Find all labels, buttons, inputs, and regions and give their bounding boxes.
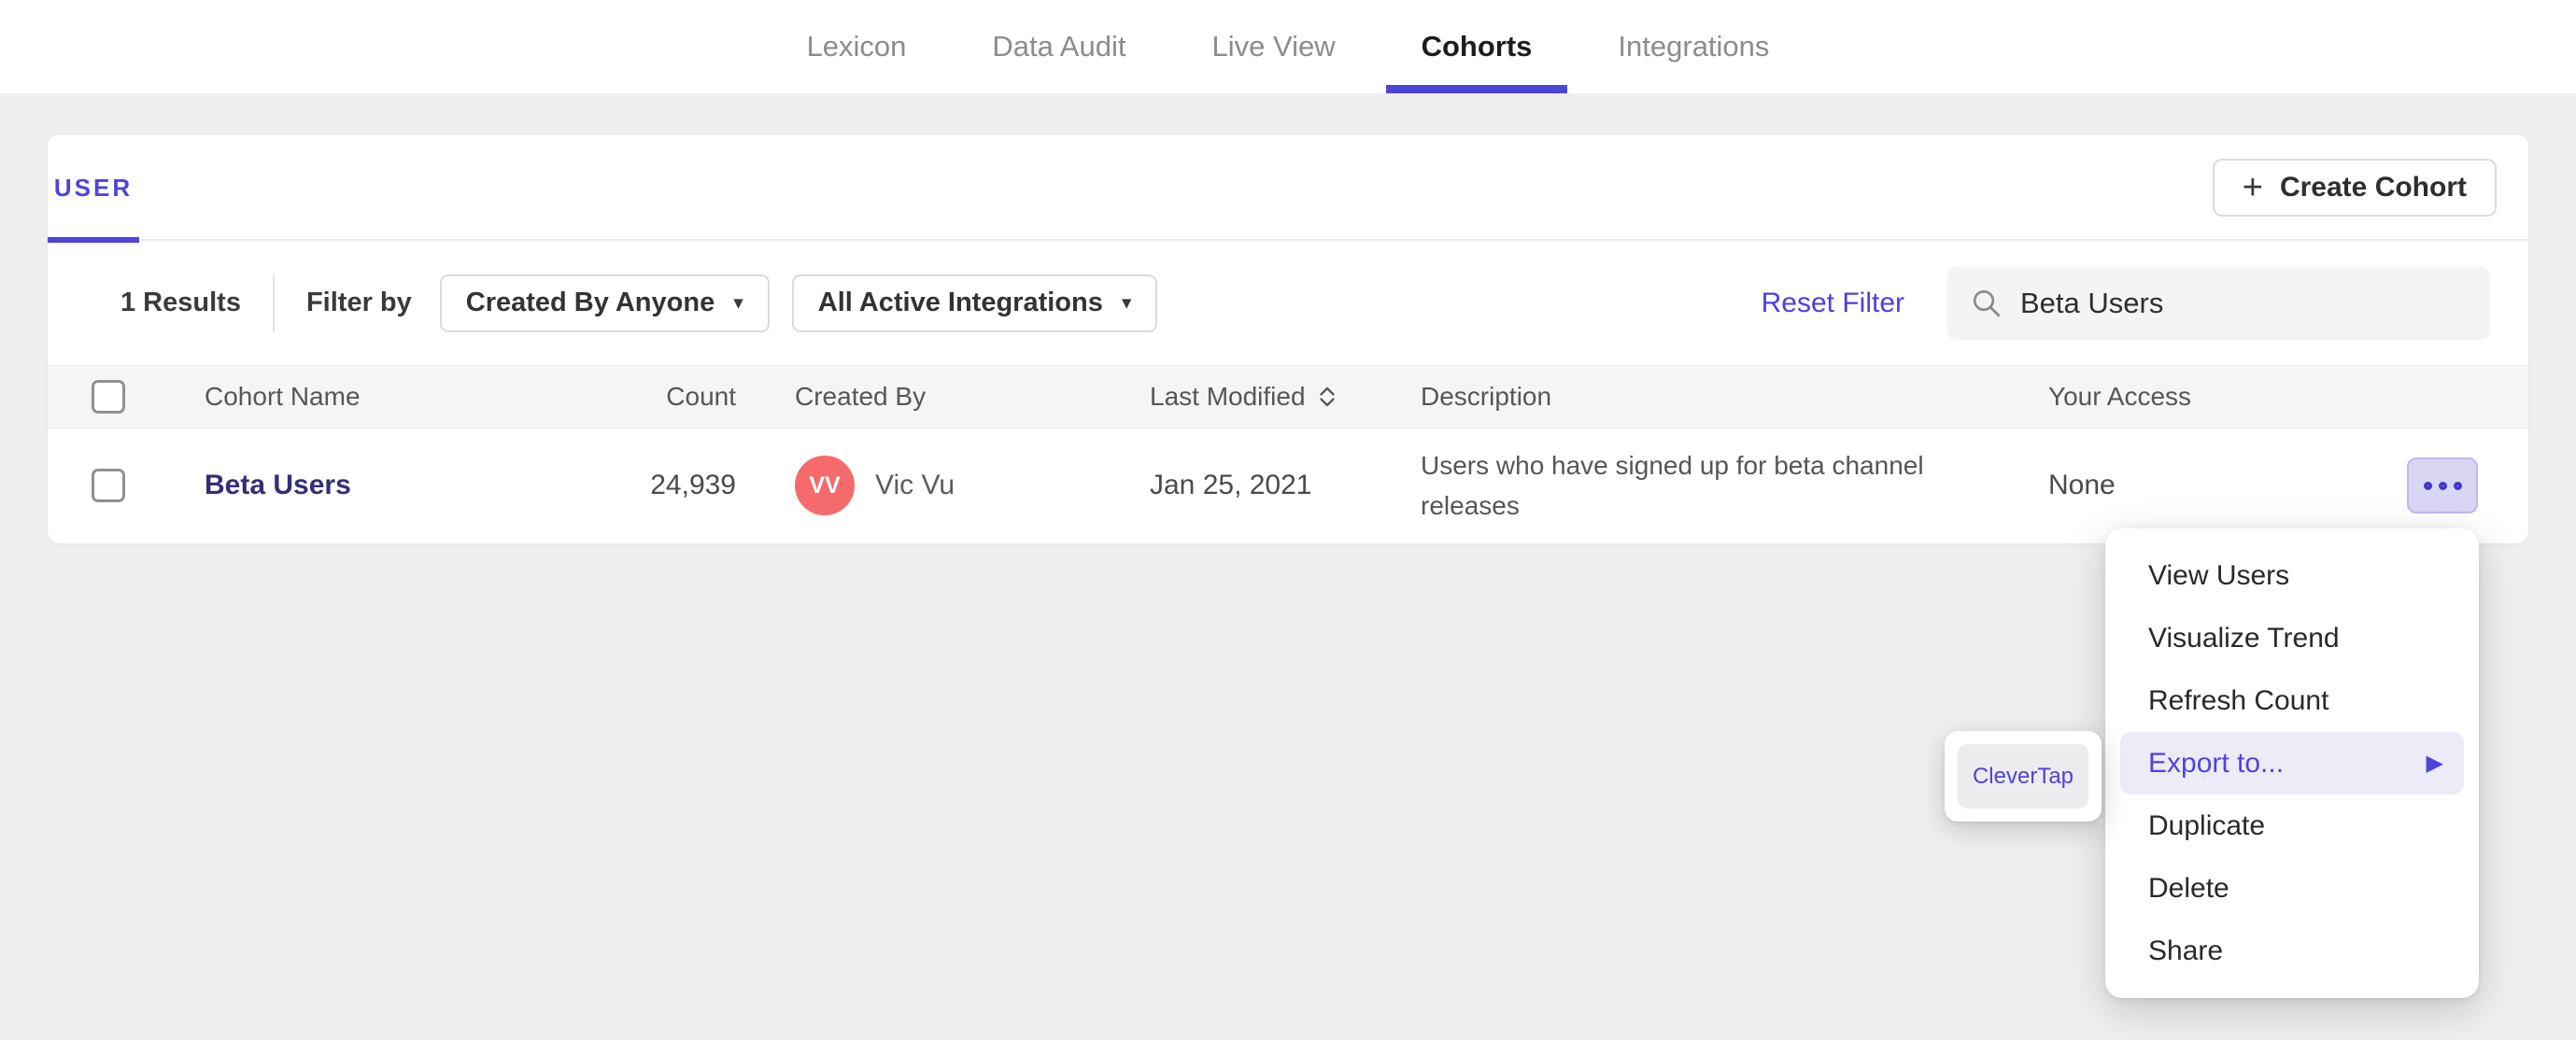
- nav-tab-lexicon[interactable]: Lexicon: [807, 0, 907, 93]
- export-to-label: Export to...: [2148, 747, 2285, 779]
- cohort-search-box[interactable]: [1947, 266, 2490, 340]
- submenu-item-clevertap[interactable]: CleverTap: [1958, 744, 2088, 808]
- menu-item-refresh-count[interactable]: Refresh Count: [2105, 669, 2479, 732]
- menu-item-delete[interactable]: Delete: [2105, 857, 2479, 920]
- panel-tab-strip: USER + Create Cohort: [48, 134, 2528, 243]
- last-modified-label: Last Modified: [1150, 382, 1306, 411]
- ellipsis-icon: [2423, 481, 2432, 490]
- toolbar-right-group: Reset Filter: [1762, 266, 2490, 340]
- header-cell-count[interactable]: Count: [580, 382, 736, 412]
- chevron-down-icon: ▾: [733, 292, 743, 314]
- tab-user[interactable]: USER: [48, 134, 139, 243]
- select-all-checkbox[interactable]: [92, 380, 125, 414]
- nav-tab-cohorts[interactable]: Cohorts: [1385, 0, 1568, 93]
- row-cell-count: 24,939: [650, 470, 736, 500]
- search-icon: [1973, 289, 2001, 316]
- row-cell-your-access: None: [2048, 470, 2116, 500]
- header-cell-cohort-name[interactable]: Cohort Name: [169, 382, 580, 412]
- filter-toolbar: 1 Results Filter by Created By Anyone ▾ …: [48, 241, 2528, 365]
- row-checkbox[interactable]: [92, 469, 125, 502]
- row-cell-checkbox: [48, 469, 169, 502]
- submenu-arrow-icon: ▶: [2426, 751, 2443, 776]
- header-cell-your-access[interactable]: Your Access: [2048, 382, 2364, 412]
- row-cell-actions: [2364, 457, 2530, 513]
- menu-item-visualize-trend[interactable]: Visualize Trend: [2105, 607, 2479, 669]
- creator-name: Vic Vu: [875, 470, 955, 500]
- integrations-dropdown[interactable]: All Active Integrations ▾: [791, 274, 1158, 332]
- integrations-dropdown-value: All Active Integrations: [817, 288, 1103, 317]
- chevron-down-icon: ▾: [1121, 292, 1132, 314]
- reset-filter-link[interactable]: Reset Filter: [1762, 288, 1904, 319]
- menu-item-share[interactable]: Share: [2105, 920, 2479, 982]
- ellipsis-icon: [2453, 481, 2462, 490]
- create-cohort-button[interactable]: + Create Cohort: [2212, 159, 2497, 217]
- cohorts-panel: USER + Create Cohort 1 Results Filter by…: [47, 134, 2529, 544]
- header-cell-description[interactable]: Description: [1421, 382, 2048, 412]
- row-actions-menu: View Users Visualize Trend Refresh Count…: [2105, 528, 2479, 998]
- nav-tab-data-audit[interactable]: Data Audit: [992, 0, 1125, 93]
- filter-by-label: Filter by: [305, 288, 412, 317]
- nav-tab-integrations[interactable]: Integrations: [1618, 0, 1769, 93]
- export-submenu: CleverTap: [1945, 731, 2102, 822]
- menu-item-view-users[interactable]: View Users: [2105, 544, 2479, 607]
- header-cell-created-by[interactable]: Created By: [736, 382, 1150, 412]
- header-cell-last-modified[interactable]: Last Modified: [1150, 382, 1421, 412]
- menu-item-export-to[interactable]: Export to... ▶: [2120, 732, 2464, 794]
- sort-icon[interactable]: [1317, 385, 1338, 409]
- results-count: 1 Results: [120, 288, 241, 317]
- top-nav: Lexicon Data Audit Live View Cohorts Int…: [0, 0, 2576, 93]
- created-by-dropdown[interactable]: Created By Anyone ▾: [439, 274, 770, 332]
- nav-tab-live-view[interactable]: Live View: [1211, 0, 1335, 93]
- toolbar-divider: [272, 274, 275, 332]
- menu-item-duplicate[interactable]: Duplicate: [2105, 794, 2479, 857]
- table-header-row: Cohort Name Count Created By Last Modifi…: [48, 365, 2528, 429]
- ellipsis-icon: [2438, 481, 2447, 490]
- avatar: VV: [795, 456, 855, 515]
- header-cell-checkbox: [48, 380, 169, 414]
- row-cell-description: Users who have signed up for beta channe…: [1421, 451, 1924, 520]
- row-cell-created-by: VV Vic Vu: [736, 456, 1150, 515]
- create-cohort-label: Create Cohort: [2279, 172, 2467, 203]
- row-actions-button[interactable]: [2407, 457, 2478, 513]
- row-cell-last-modified: Jan 25, 2021: [1150, 470, 1312, 500]
- search-input[interactable]: [2020, 286, 2471, 320]
- cohort-name-link[interactable]: Beta Users: [205, 470, 351, 500]
- created-by-dropdown-value: Created By Anyone: [465, 288, 715, 317]
- table-row: Beta Users 24,939 VV Vic Vu Jan 25, 2021…: [48, 429, 2528, 542]
- row-cell-name: Beta Users: [169, 470, 580, 501]
